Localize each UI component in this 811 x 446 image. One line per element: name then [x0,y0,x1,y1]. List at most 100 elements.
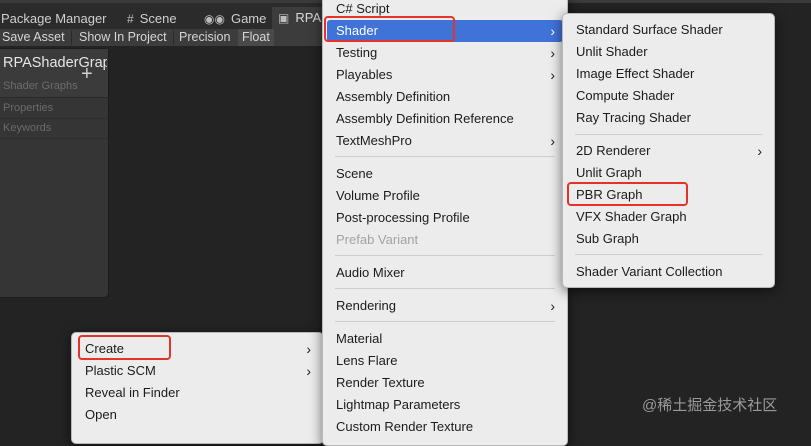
shader-graph-toolbar: Save Asset Show In Project Precision Flo… [0,29,340,46]
menu-item-label: Assembly Definition Reference [336,111,514,126]
chevron-right-icon: › [550,23,555,39]
menu-item-post-processing-profile[interactable]: Post-processing Profile [323,207,567,229]
menu-item-rendering[interactable]: Rendering › [323,295,567,317]
precision-label: Precision [179,30,231,44]
menu-item-label: Testing [336,45,378,60]
menu-item-label: Ray Tracing Shader [576,110,691,125]
menu-item-label: Audio Mixer [336,265,405,280]
menu-item-shader-variant-collection[interactable]: Shader Variant Collection [563,261,774,283]
menu-item-vfx-shader-graph[interactable]: VFX Shader Graph [563,206,774,228]
watermark: @稀土掘金技术社区 [642,397,778,414]
asset-context-menu: Create › Plastic SCM › Reveal in Finder … [71,332,324,444]
menu-item-sub-graph[interactable]: Sub Graph [563,228,774,250]
menu-item-create[interactable]: Create › [72,338,323,360]
menu-item-label: Custom Render Texture [336,419,474,434]
blackboard-subtitle: Shader Graphs [3,80,78,92]
menu-item-label: Unlit Graph [576,165,642,180]
menu-item-image-effect-shader[interactable]: Image Effect Shader [563,63,774,85]
menu-item-label: Sub Graph [576,231,639,246]
divider [0,138,108,139]
menu-item-csharp-script[interactable]: C# Script [323,0,567,20]
shader-submenu: Standard Surface Shader Unlit Shader Ima… [562,13,775,288]
menu-item-shader[interactable]: Shader › [327,20,563,42]
menu-item-label: Playables [336,67,393,82]
menu-item-unlit-shader[interactable]: Unlit Shader [563,41,774,63]
menu-item-pbr-graph[interactable]: PBR Graph [563,184,774,206]
menu-item-material[interactable]: Material [323,328,567,350]
menu-item-lightmap-parameters[interactable]: Lightmap Parameters [323,394,567,416]
show-in-project-button[interactable]: Show In Project [77,29,169,46]
menu-item-testing[interactable]: Testing › [323,42,567,64]
create-submenu: C# Script Shader › Testing › Playables ›… [322,0,568,446]
menu-item-label: Image Effect Shader [576,66,695,81]
menu-item-label: Post-processing Profile [336,210,470,225]
tab-rpa-shader-graph[interactable]: ▣ RPA [272,7,328,29]
menu-item-label: Plastic SCM [85,363,156,378]
menu-item-reveal-in-finder[interactable]: Reveal in Finder [72,382,323,404]
precision-dropdown[interactable]: Float [238,29,274,46]
tab-package-manager-label: Package Manager [1,11,107,26]
menu-item-label: Prefab Variant [336,232,419,247]
menu-item-2d-renderer[interactable]: 2D Renderer › [563,140,774,162]
menu-item-label: Lightmap Parameters [336,397,461,412]
menu-item-compute-shader[interactable]: Compute Shader [563,85,774,107]
menu-item-label: Shader Variant Collection [576,264,723,279]
menu-item-volume-profile[interactable]: Volume Profile [323,185,567,207]
chevron-right-icon: › [550,67,555,83]
tab-rpa-label: RPA [295,10,322,25]
add-property-icon[interactable]: + [81,64,93,84]
menu-separator [335,156,555,157]
menu-item-scene[interactable]: Scene [323,163,567,185]
menu-item-plastic-scm[interactable]: Plastic SCM › [72,360,323,382]
menu-item-label: C# Script [336,1,390,16]
menu-item-label: 2D Renderer [576,143,651,158]
blackboard-panel: RPAShaderGraph Shader Graphs + Propertie… [0,49,108,297]
chevron-right-icon: › [306,363,311,379]
menu-separator [335,255,555,256]
menu-item-label: PBR Graph [576,187,643,202]
save-asset-button[interactable]: Save Asset [0,29,67,46]
menu-item-unlit-graph[interactable]: Unlit Graph [563,162,774,184]
toolbar-divider [173,30,174,45]
chevron-right-icon: › [550,133,555,149]
menu-separator [335,321,555,322]
menu-item-open[interactable]: Open [72,404,323,426]
blackboard-header: RPAShaderGraph Shader Graphs + [0,49,108,98]
menu-item-label: Standard Surface Shader [576,22,723,37]
shader-graph-icon: ▣ [278,11,290,25]
menu-item-label: Create [85,341,125,356]
menu-separator [575,134,762,135]
menu-item-playables[interactable]: Playables › [323,64,567,86]
menu-item-assembly-definition-reference[interactable]: Assembly Definition Reference [323,108,567,130]
menu-item-render-texture[interactable]: Render Texture [323,372,567,394]
menu-item-lens-flare[interactable]: Lens Flare [323,350,567,372]
tab-scene-label: Scene [139,11,177,26]
menu-item-label: Render Texture [336,375,425,390]
menu-item-ray-tracing-shader[interactable]: Ray Tracing Shader [563,107,774,129]
chevron-right-icon: › [757,143,762,159]
menu-item-label: Reveal in Finder [85,385,180,400]
menu-item-label: Lens Flare [336,353,398,368]
menu-separator [335,288,555,289]
menu-item-label: Volume Profile [336,188,420,203]
menu-item-custom-render-texture[interactable]: Custom Render Texture [323,416,567,438]
menu-item-label: Open [85,407,117,422]
menu-item-label: Assembly Definition [336,89,451,104]
menu-item-label: VFX Shader Graph [576,209,687,224]
blackboard-keywords: Keywords [3,122,52,134]
menu-item-label: TextMeshPro [336,133,412,148]
tab-game-label: Game [230,11,267,26]
menu-item-textmeshpro[interactable]: TextMeshPro › [323,130,567,152]
menu-item-assembly-definition[interactable]: Assembly Definition [323,86,567,108]
menu-separator [575,254,762,255]
chevron-right-icon: › [550,45,555,61]
toolbar-divider [71,30,72,45]
menu-item-standard-surface-shader[interactable]: Standard Surface Shader [563,19,774,41]
chevron-right-icon: › [550,298,555,314]
menu-item-prefab-variant: Prefab Variant [323,229,567,251]
menu-item-audio-mixer[interactable]: Audio Mixer [323,262,567,284]
blackboard-properties: Properties [3,102,54,114]
menu-item-label: Shader [336,23,378,38]
menu-item-label: Scene [336,166,373,181]
menu-item-label: Material [336,331,383,346]
